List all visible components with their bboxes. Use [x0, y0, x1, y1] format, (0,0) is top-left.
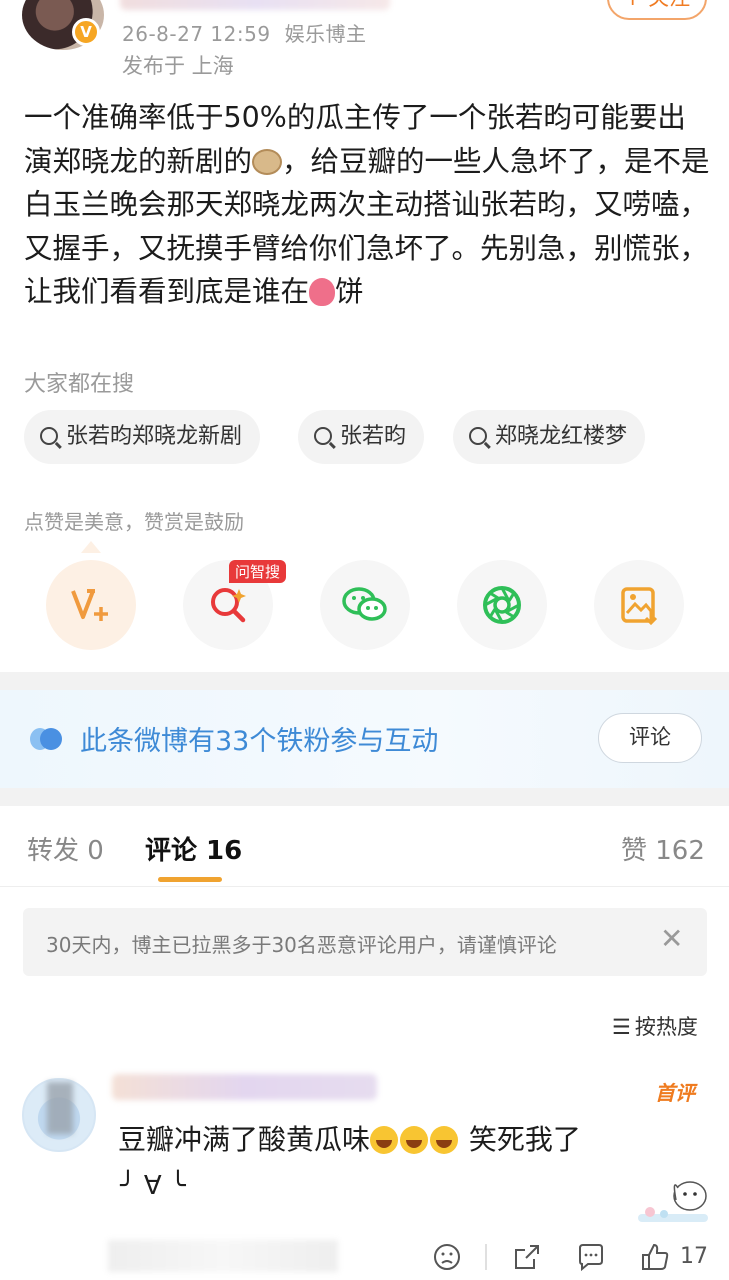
- comment-like-count: 17: [680, 1244, 708, 1269]
- post-date: 26-8-27 12:59: [122, 22, 271, 46]
- comment-notice-text: 30天内，博主已拉黑多于30名恶意评论用户，请谨慎评论: [46, 933, 557, 957]
- commenter-name-blurred[interactable]: [112, 1074, 377, 1100]
- search-chip-3[interactable]: 郑晓龙红楼梦: [453, 410, 646, 464]
- save-image-button[interactable]: [594, 560, 684, 650]
- ai-search-badge: 问智搜: [229, 560, 287, 583]
- v-plus-icon: [71, 589, 108, 621]
- footer-separator: [485, 1244, 487, 1270]
- comment-kaomoji: ╯ ∀ ╰: [120, 1171, 186, 1201]
- section-divider: [0, 672, 729, 690]
- tab-divider: [0, 886, 729, 887]
- comment-footer-blurred: [108, 1240, 338, 1272]
- search-chip-1[interactable]: 张若昀郑晓龙新剧: [24, 410, 261, 464]
- comment-icon[interactable]: [576, 1242, 606, 1272]
- tab-comments[interactable]: 评论 16: [145, 830, 242, 867]
- search-chip-label: 张若昀郑晓龙新剧: [66, 424, 243, 449]
- commenter-avatar-figure: [47, 1082, 73, 1134]
- sort-icon: ☰: [612, 1015, 631, 1039]
- save-image-icon: [621, 587, 658, 626]
- post-location: 发布于 上海: [122, 54, 234, 78]
- search-icon: [469, 427, 487, 445]
- fans-interaction-text: 此条微博有33个铁粉参与互动: [80, 726, 439, 757]
- tongue-emoji-icon: [309, 278, 336, 306]
- share-moments-button[interactable]: [457, 560, 547, 650]
- wechat-icon: [342, 587, 387, 621]
- search-chip-label: 张若昀: [340, 424, 407, 449]
- trending-search-title: 大家都在搜: [24, 372, 135, 397]
- search-icon: [314, 427, 332, 445]
- hint-pointer: [81, 541, 101, 553]
- laughing-emoji-icon: [430, 1126, 459, 1154]
- moments-icon: [483, 586, 521, 624]
- share-wechat-button[interactable]: [320, 560, 410, 650]
- follow-button[interactable]: + 关注: [607, 0, 707, 20]
- share-icon[interactable]: [512, 1242, 542, 1272]
- laughing-emoji-icon: [370, 1126, 399, 1154]
- pancake-emoji-icon: [252, 148, 283, 175]
- comment-button[interactable]: 评论: [598, 713, 702, 763]
- ai-search-icon: [211, 588, 246, 623]
- fans-heart-icon: [30, 728, 62, 750]
- like-icon[interactable]: [640, 1242, 670, 1272]
- comment-text-part2: 笑死我了: [460, 1123, 581, 1156]
- first-comment-badge: 首评: [655, 1081, 695, 1105]
- laughing-emoji-icon: [400, 1126, 429, 1154]
- post-text-part3: 饼: [335, 275, 364, 308]
- author-name-blurred[interactable]: [120, 0, 390, 10]
- dislike-face-icon[interactable]: [432, 1242, 462, 1272]
- sort-label: 按热度: [634, 1015, 698, 1039]
- close-icon[interactable]: ✕: [660, 925, 683, 953]
- author-tag: 娱乐博主: [284, 22, 367, 46]
- active-tab-indicator: [158, 877, 222, 882]
- search-chip-label: 郑晓龙红楼梦: [495, 424, 628, 449]
- post-body: 一个准确率低于50%的瓜主传了一个张若昀可能要出演郑晓龙的新剧的 ，给豆瓣的一些人…: [24, 96, 714, 314]
- verified-badge-icon: V: [72, 18, 100, 46]
- search-chip-2[interactable]: 张若昀: [298, 410, 425, 464]
- post-meta: 26-8-27 12:59 娱乐博主: [122, 18, 381, 47]
- tab-repost[interactable]: 转发 0: [27, 830, 104, 867]
- comment-body: 豆瓣冲满了酸黄瓜味 笑死我了 ╯ ∀ ╰: [118, 1120, 708, 1206]
- sort-selector[interactable]: ☰ 按热度: [612, 1011, 698, 1041]
- tab-likes[interactable]: 赞 162: [621, 830, 705, 867]
- search-icon: [40, 427, 58, 445]
- comment-text-part1: 豆瓣冲满了酸黄瓜味: [118, 1123, 371, 1156]
- pochacco-sticker-icon: [638, 1181, 708, 1222]
- like-hint-text: 点赞是美意，赞赏是鼓励: [24, 510, 244, 534]
- section-divider: [0, 788, 729, 806]
- v-plus-button[interactable]: [46, 560, 136, 650]
